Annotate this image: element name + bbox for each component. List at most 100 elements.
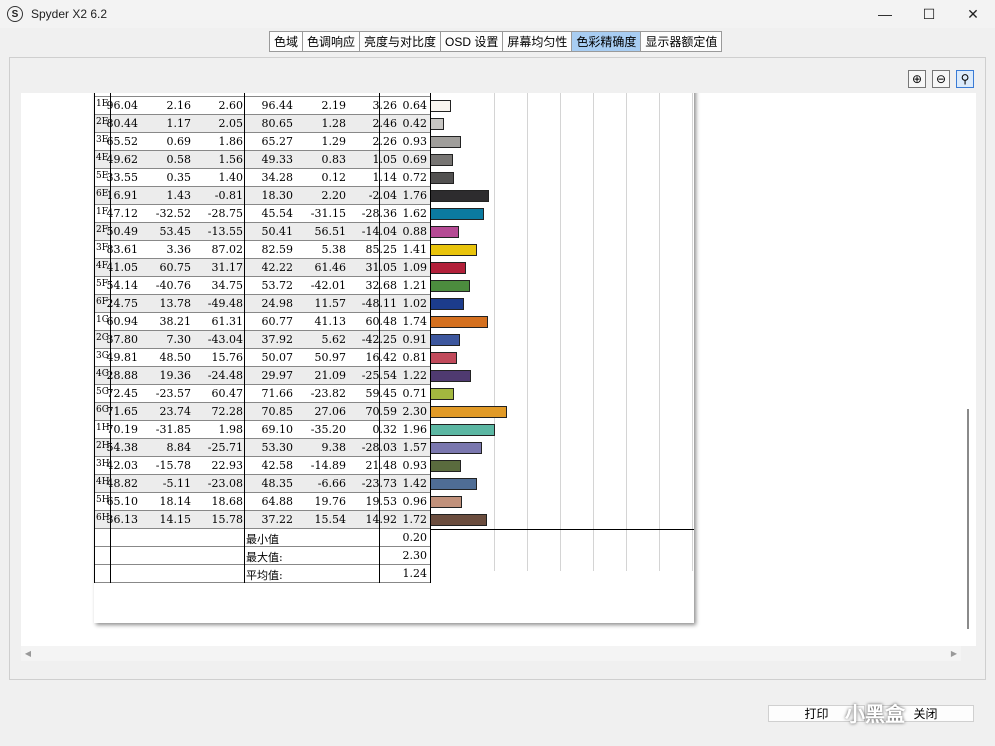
delta-e-bar: [430, 316, 488, 328]
lab-value: -40.76: [155, 279, 191, 292]
lab-value: -15.78: [155, 459, 191, 472]
tab-6[interactable]: 显示器额定值: [641, 32, 721, 51]
delta-e-value: 0.93: [402, 135, 428, 148]
delta-e-bar: [430, 370, 471, 382]
delta-e-value: 1.21: [402, 279, 428, 292]
lab-value: 15.78: [211, 513, 244, 526]
chart-gridline: [692, 93, 693, 571]
tab-0[interactable]: 色域: [270, 32, 304, 51]
lab-value: 53.45: [159, 225, 192, 238]
delta-e-value: 0.42: [402, 117, 428, 130]
lab-value: 14.92: [365, 513, 398, 526]
summary-value: 2.30: [402, 549, 428, 562]
lab-value: 65.10: [106, 495, 139, 508]
lab-value: 38.21: [159, 315, 192, 328]
delta-e-bar: [430, 442, 482, 454]
lab-value: 71.65: [106, 405, 139, 418]
delta-e-value: 1.62: [402, 207, 428, 220]
zoom-out-icon[interactable]: ⊖: [932, 70, 950, 88]
lab-value: 2.20: [321, 189, 347, 202]
close-icon[interactable]: ✕: [950, 0, 995, 28]
lab-value: -23.57: [155, 387, 191, 400]
delta-e-bar: [430, 352, 457, 364]
delta-e-value: 0.69: [402, 153, 428, 166]
scroll-left-icon[interactable]: ◀: [21, 646, 35, 661]
lab-value: 60.75: [159, 261, 192, 274]
lab-value: 64.88: [261, 495, 294, 508]
maximize-icon[interactable]: ☐: [906, 0, 952, 28]
lab-value: 0.35: [166, 171, 192, 184]
tab-3[interactable]: OSD 设置: [441, 32, 504, 51]
tab-1[interactable]: 色调响应: [303, 32, 361, 51]
window-title: Spyder X2 6.2: [31, 7, 108, 21]
zoom-in-icon[interactable]: ⊕: [908, 70, 926, 88]
lab-value: 2.46: [372, 117, 398, 130]
lab-value: 21.09: [314, 369, 347, 382]
lab-value: 65.52: [106, 135, 139, 148]
summary-value: 0.20: [402, 531, 428, 544]
horizontal-scrollbar[interactable]: ◀ ▶: [21, 646, 961, 661]
delta-e-bar: [430, 226, 459, 238]
color-accuracy-report: 1E 96.04 2.16 2.60 96.44 2.19 3.26 0.64 2E 80.44 1…: [94, 93, 694, 623]
lab-value: 60.94: [106, 315, 139, 328]
report-viewport[interactable]: 1E 96.04 2.16 2.60 96.44 2.19 3.26 0.64 2E 80.44 1…: [21, 93, 976, 646]
chart-gridline: [560, 93, 561, 571]
lab-value: 13.78: [159, 297, 192, 310]
delta-e-value: 0.93: [402, 459, 428, 472]
delta-e-value: 1.96: [402, 423, 428, 436]
lab-value: 1.17: [166, 117, 192, 130]
delta-e-bar: [430, 136, 461, 148]
lab-value: 49.33: [261, 153, 294, 166]
lab-value: -43.04: [207, 333, 243, 346]
lab-value: 36.13: [106, 513, 139, 526]
lab-value: 41.13: [314, 315, 347, 328]
lab-value: -14.89: [310, 459, 346, 472]
delta-e-value: 0.88: [402, 225, 428, 238]
scroll-right-icon[interactable]: ▶: [947, 646, 961, 661]
tab-4[interactable]: 屏幕均匀性: [503, 32, 573, 51]
delta-e-bar: [430, 190, 489, 202]
table-column-line: [379, 93, 380, 583]
lab-value: -6.66: [317, 477, 346, 490]
lab-value: 1.40: [218, 171, 244, 184]
lab-value: 1.86: [218, 135, 244, 148]
tab-2[interactable]: 亮度与对比度: [360, 32, 442, 51]
lab-value: 18.68: [211, 495, 244, 508]
lab-value: 0.12: [321, 171, 347, 184]
lab-value: 18.14: [159, 495, 192, 508]
delta-e-bar: [430, 118, 444, 130]
lab-value: 65.27: [261, 135, 294, 148]
lab-value: 96.44: [261, 99, 294, 112]
zoom-fit-icon[interactable]: ⚲: [956, 70, 974, 88]
delta-e-value: 1.22: [402, 369, 428, 382]
tab-5[interactable]: 色彩精确度: [572, 32, 642, 51]
lab-value: 3.36: [166, 243, 192, 256]
lab-value: 54.38: [106, 441, 139, 454]
lab-value: 28.88: [106, 369, 139, 382]
table-column-line: [110, 93, 111, 583]
lab-value: -0.81: [214, 189, 243, 202]
chart-gridline: [527, 93, 528, 571]
lab-value: 24.75: [106, 297, 139, 310]
vertical-scroll-thumb[interactable]: [967, 409, 969, 629]
delta-e-value: 1.57: [402, 441, 428, 454]
chart-gridline: [659, 93, 660, 571]
delta-e-value: 0.81: [402, 351, 428, 364]
vertical-scrollbar[interactable]: [961, 93, 976, 646]
delta-e-bar: [430, 172, 454, 184]
delta-e-bar: [430, 334, 460, 346]
summary-value: 1.24: [402, 567, 428, 580]
lab-value: 8.84: [166, 441, 192, 454]
lab-value: 27.06: [314, 405, 347, 418]
lab-value: 5.38: [321, 243, 347, 256]
delta-e-bar: [430, 298, 464, 310]
lab-value: 0.69: [166, 135, 192, 148]
lab-value: 16.91: [106, 189, 139, 202]
minimize-icon[interactable]: —: [862, 0, 908, 28]
lab-value: -23.08: [207, 477, 243, 490]
lab-value: 50.07: [261, 351, 294, 364]
lab-value: -35.20: [310, 423, 346, 436]
lab-value: 19.53: [365, 495, 398, 508]
lab-value: 80.44: [106, 117, 139, 130]
lab-value: 45.54: [261, 207, 294, 220]
